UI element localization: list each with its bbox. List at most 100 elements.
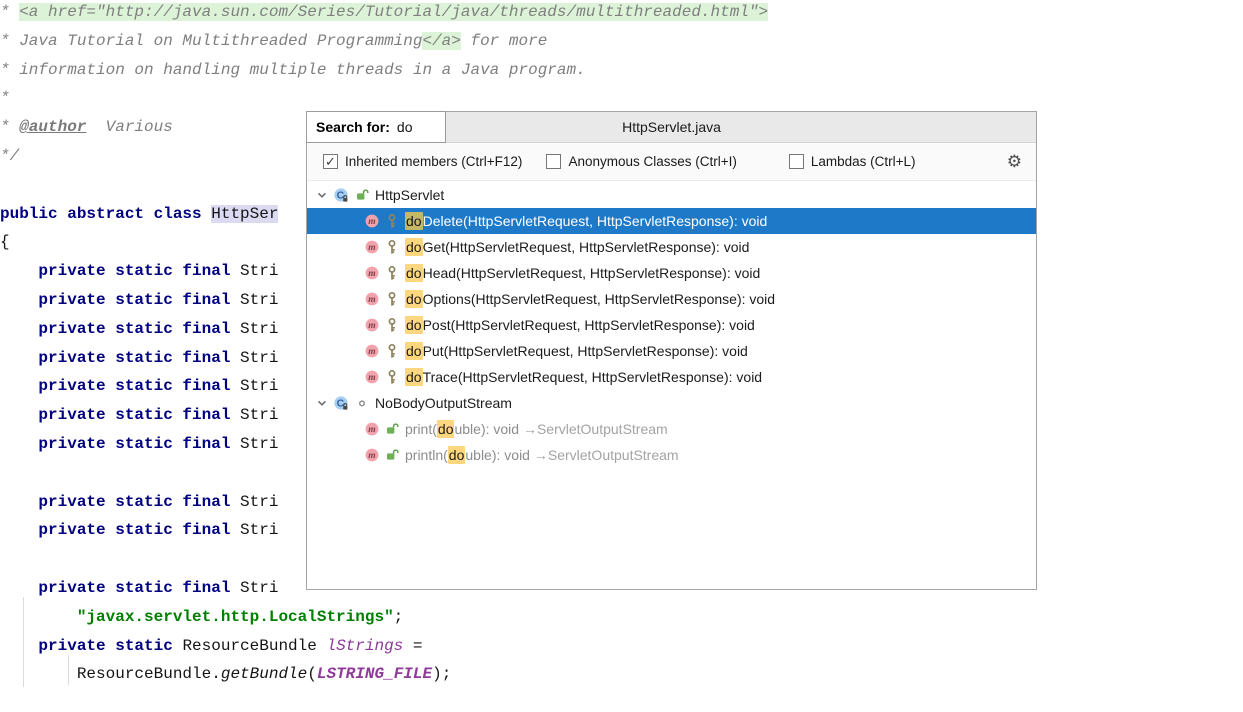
code-segment: </a> <box>422 32 460 50</box>
code-segment: getBundle <box>221 665 307 683</box>
protected-icon <box>383 239 400 256</box>
code-line[interactable]: private static ResourceBundle lStrings = <box>0 632 1243 661</box>
search-input[interactable]: Search for: do <box>306 111 446 143</box>
code-segment: Stri <box>240 349 278 367</box>
code-segment: lStrings <box>326 637 403 655</box>
code-segment: Stri <box>240 435 278 453</box>
code-line[interactable]: "javax.servlet.http.LocalStrings"; <box>0 603 1243 632</box>
code-segment <box>0 579 38 597</box>
code-segment: = <box>403 637 422 655</box>
checkbox-checked-icon[interactable]: ✓ <box>323 154 338 169</box>
row-text-segment: →ServletOutputStream <box>523 421 668 437</box>
code-segment: @author <box>19 118 86 136</box>
code-segment: Stri <box>240 291 278 309</box>
row-text-segment: Delete(HttpServletRequest, HttpServletRe… <box>423 213 768 229</box>
filter-inherited-members[interactable]: ✓ Inherited members (Ctrl+F12) <box>323 154 522 169</box>
indent-guide <box>23 597 24 687</box>
structure-tree: CHttpServletmdoDelete(HttpServletRequest… <box>307 181 1036 468</box>
code-line[interactable]: * information on handling multiple threa… <box>0 56 1243 85</box>
filter-label: Anonymous Classes (Ctrl+I) <box>568 154 736 169</box>
tree-row-doOptions[interactable]: m doOptions(HttpServletRequest, HttpServl… <box>307 286 1036 312</box>
code-segment: private static <box>38 637 182 655</box>
code-segment <box>0 320 38 338</box>
code-line[interactable]: * <box>0 84 1243 113</box>
method-icon: m <box>363 447 380 463</box>
method-icon: m <box>363 317 380 333</box>
protected-icon <box>383 213 400 230</box>
protected-icon <box>383 291 400 308</box>
class-icon: C <box>333 187 350 203</box>
package-icon <box>353 395 370 411</box>
code-segment: Stri <box>240 320 278 338</box>
search-match-highlight: do <box>405 212 423 230</box>
code-segment: { <box>0 233 10 251</box>
checkbox-unchecked-icon[interactable] <box>789 154 804 169</box>
code-line[interactable]: * Java Tutorial on Multithreaded Program… <box>0 27 1243 56</box>
tree-row-doDelete[interactable]: m doDelete(HttpServletRequest, HttpServle… <box>307 208 1036 234</box>
tree-row-label: HttpServlet <box>375 187 444 203</box>
code-segment: * <box>0 3 19 21</box>
tree-row-println[interactable]: mprintln(double): void →ServletOutputStr… <box>307 442 1036 468</box>
code-segment: LSTRING_FILE <box>317 665 432 683</box>
tree-row-doPut[interactable]: m doPut(HttpServletRequest, HttpServletRe… <box>307 338 1036 364</box>
protected-icon <box>383 317 400 334</box>
chevron-down-icon[interactable] <box>313 189 330 201</box>
code-segment: private static final <box>38 262 240 280</box>
tree-row-doTrace[interactable]: mdoTrace(HttpServletRequest, HttpServlet… <box>307 364 1036 390</box>
row-text-segment: Head(HttpServletRequest, HttpServletResp… <box>423 265 761 281</box>
code-segment <box>0 637 38 655</box>
code-segment: private static final <box>38 406 240 424</box>
tree-row-label: doOptions(HttpServletRequest, HttpServle… <box>405 291 775 307</box>
filter-anonymous-classes[interactable]: Anonymous Classes (Ctrl+I) <box>546 154 736 169</box>
code-line[interactable]: ResourceBundle.getBundle(LSTRING_FILE); <box>0 660 1243 689</box>
code-segment: Various <box>86 118 172 136</box>
code-segment: private static final <box>38 349 240 367</box>
filter-label: Inherited members (Ctrl+F12) <box>345 154 522 169</box>
code-line[interactable]: * <a href="http://java.sun.com/Series/Tu… <box>0 0 1243 27</box>
public-icon <box>383 422 400 436</box>
filter-lambdas[interactable]: Lambdas (Ctrl+L) <box>789 154 916 169</box>
search-match-highlight: do <box>405 264 423 282</box>
tree-row-label: NoBodyOutputStream <box>375 395 512 411</box>
code-segment: private static final <box>38 521 240 539</box>
filter-label: Lambdas (Ctrl+L) <box>811 154 916 169</box>
tree-row-print[interactable]: mprint(double): void →ServletOutputStrea… <box>307 416 1036 442</box>
row-text-segment: Trace(HttpServletRequest, HttpServletRes… <box>423 369 763 385</box>
method-icon: m <box>363 343 380 359</box>
code-segment: ); <box>432 665 451 683</box>
tree-row-label: doPut(HttpServletRequest, HttpServletRes… <box>405 343 748 359</box>
tree-row-doHead[interactable]: mdoHead(HttpServletRequest, HttpServletR… <box>307 260 1036 286</box>
tree-row-NoBodyOutputStream[interactable]: CNoBodyOutputStream <box>307 390 1036 416</box>
search-match-highlight: do <box>405 238 423 256</box>
tree-row-HttpServlet[interactable]: C HttpServlet <box>307 182 1036 208</box>
code-segment: ; <box>394 608 404 626</box>
code-segment: <a href="http://java.sun.com/Series/Tuto… <box>19 3 768 21</box>
code-segment <box>0 291 38 309</box>
protected-icon <box>383 265 400 282</box>
code-segment: */ <box>0 147 19 165</box>
code-segment: * information on handling multiple threa… <box>0 61 586 79</box>
row-text-segment: HttpServlet <box>375 187 444 203</box>
svg-text:m: m <box>368 321 375 331</box>
filter-bar: ✓ Inherited members (Ctrl+F12) Anonymous C… <box>307 143 1036 181</box>
tree-row-label: doTrace(HttpServletRequest, HttpServletR… <box>405 369 762 385</box>
gear-icon[interactable]: ⚙ <box>1007 152 1022 172</box>
chevron-down-icon[interactable] <box>313 397 330 409</box>
code-segment: private static final <box>38 291 240 309</box>
svg-text:m: m <box>368 217 375 227</box>
checkbox-unchecked-icon[interactable] <box>546 154 561 169</box>
tree-row-doGet[interactable]: m doGet(HttpServletRequest, HttpServletRe… <box>307 234 1036 260</box>
code-segment: * <box>0 89 10 107</box>
code-segment: * <box>0 118 19 136</box>
search-label: Search for: <box>316 119 390 135</box>
tree-row-doPost[interactable]: mdoPost(HttpServletRequest, HttpServletR… <box>307 312 1036 338</box>
svg-text:m: m <box>368 347 375 357</box>
code-segment <box>0 262 38 280</box>
tree-row-label: doHead(HttpServletRequest, HttpServletRe… <box>405 265 760 281</box>
svg-text:m: m <box>368 295 375 305</box>
method-icon: m <box>363 239 380 255</box>
code-segment: HttpSer <box>211 205 278 223</box>
search-match-highlight: do <box>437 420 455 438</box>
row-text-segment: Get(HttpServletRequest, HttpServletRespo… <box>423 239 750 255</box>
code-segment: ( <box>307 665 317 683</box>
